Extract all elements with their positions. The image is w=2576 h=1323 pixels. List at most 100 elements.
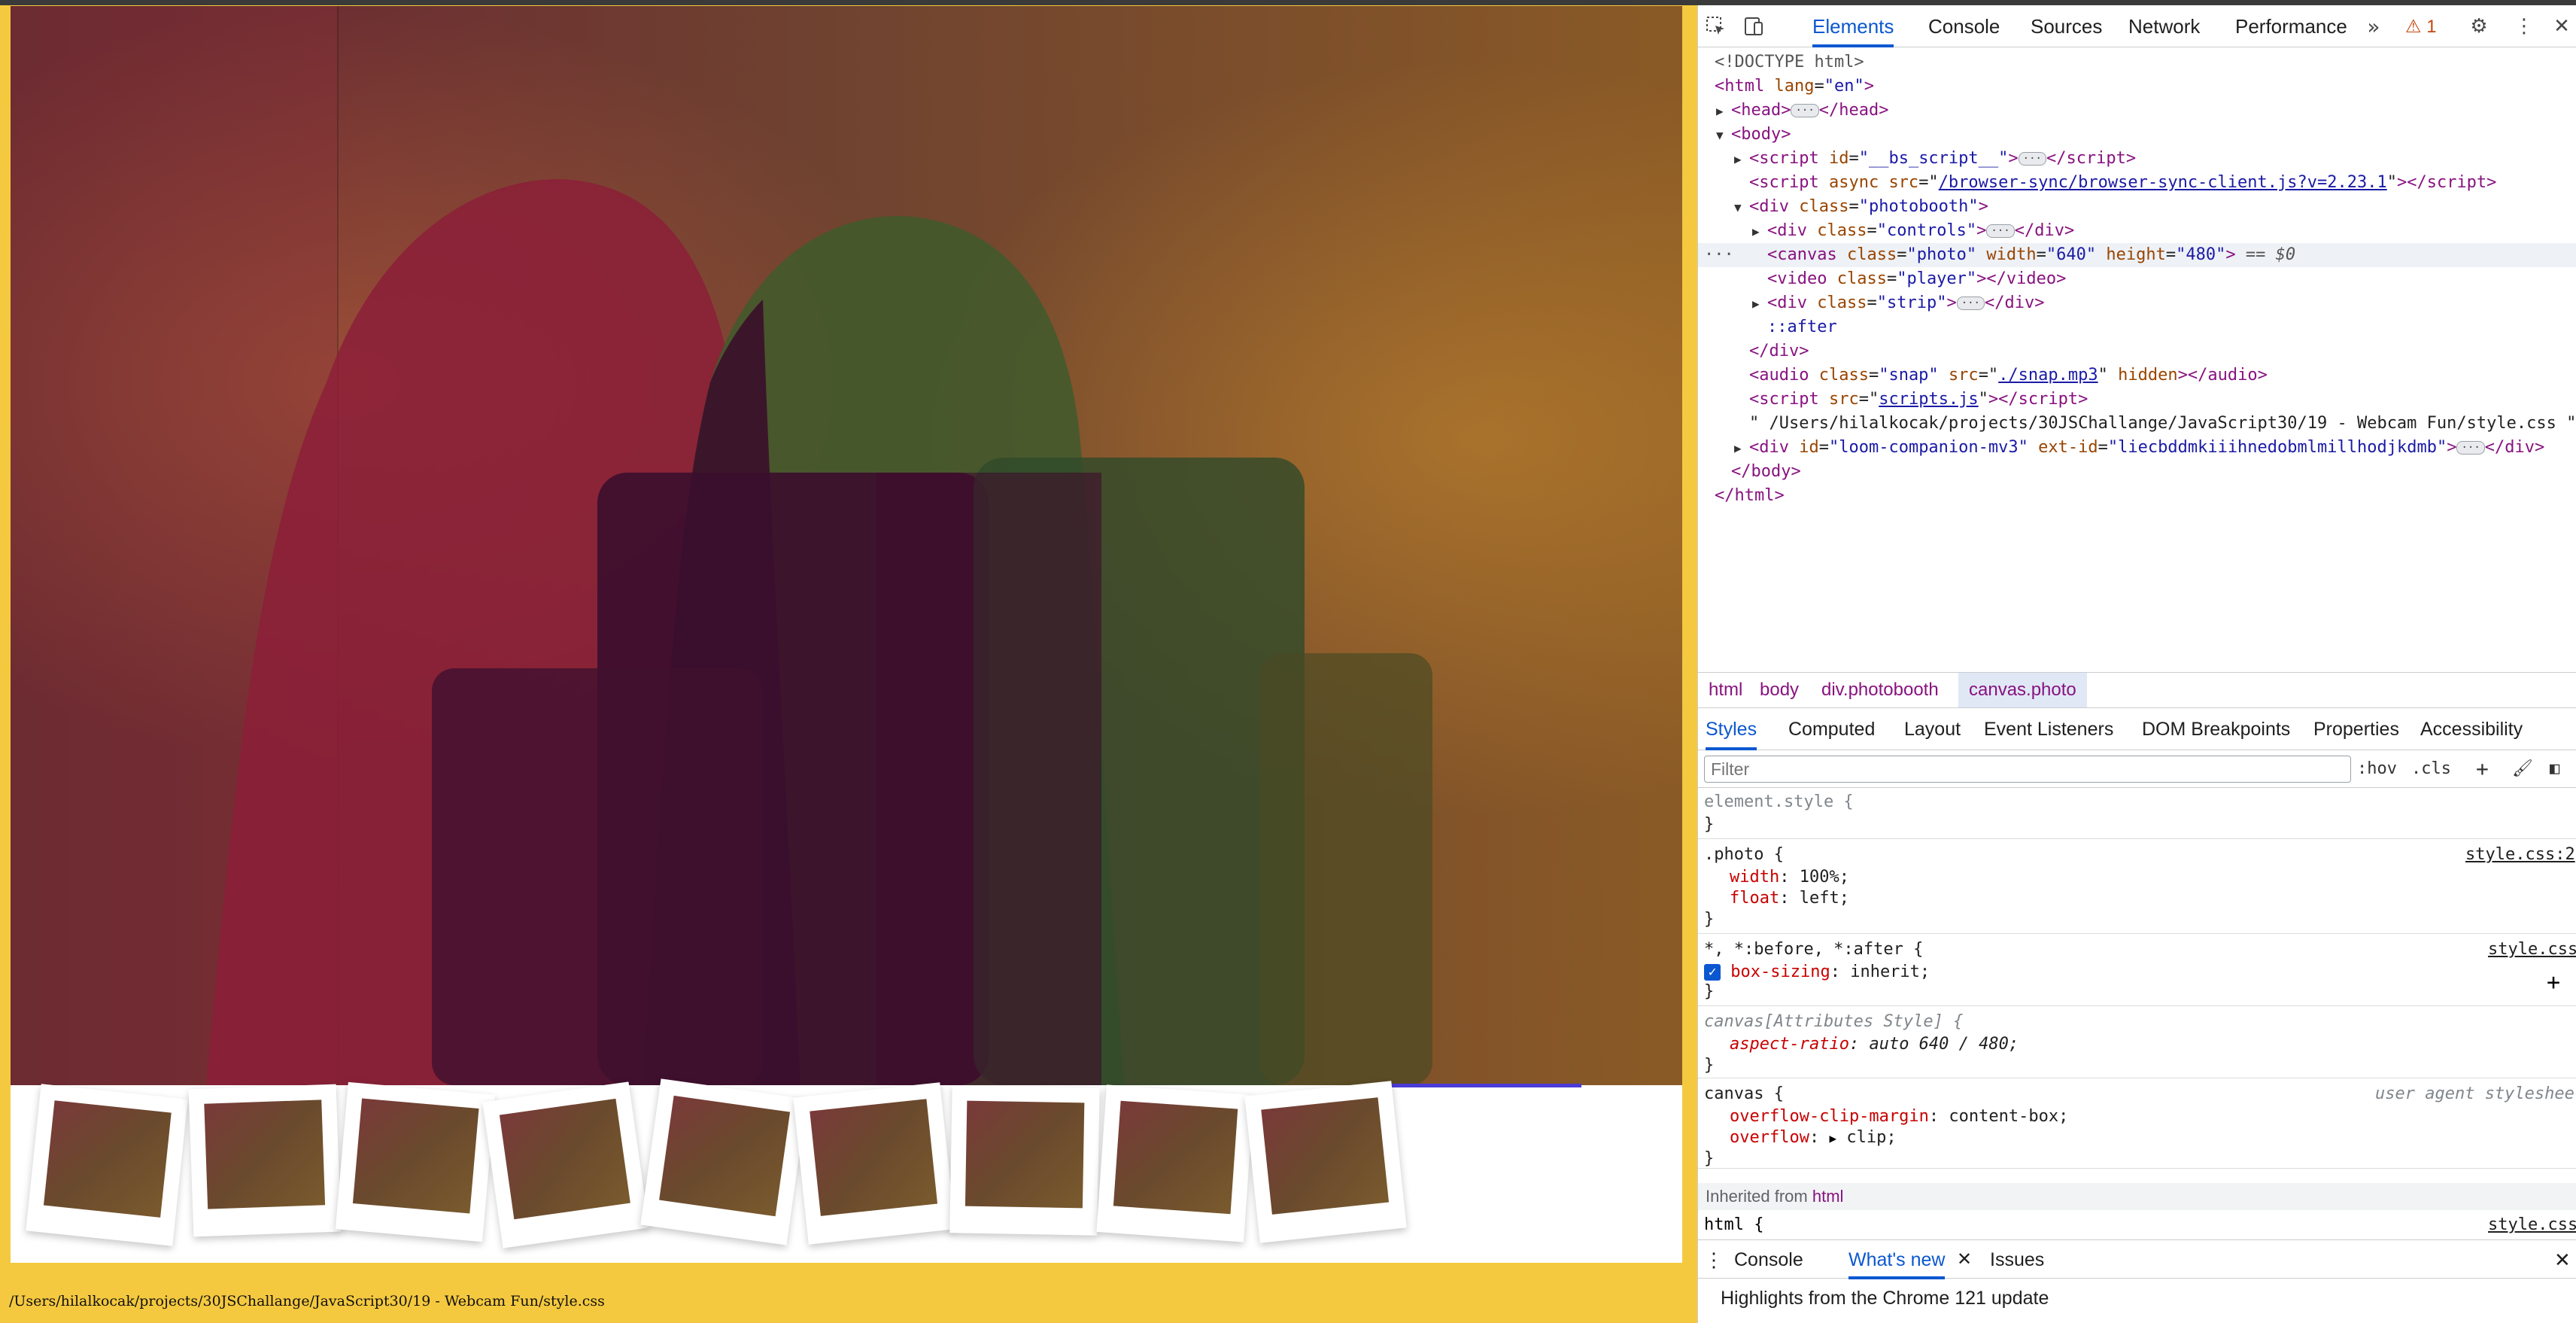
strip-photo[interactable] — [640, 1078, 807, 1245]
dom-node-scripts[interactable]: <script src="scripts.js"></script> — [1698, 388, 2576, 412]
dom-node-controls[interactable]: ▶ <div class="controls"> ··· </div> — [1698, 219, 2576, 243]
rule-close: } — [1704, 1149, 1715, 1168]
dom-node-after[interactable]: ::after — [1698, 315, 2576, 339]
strip-photo[interactable] — [1244, 1081, 1407, 1243]
crumb-canvas-photo[interactable]: canvas.photo — [1958, 673, 2087, 707]
selector-canvas-attributes: canvas[Attributes Style] { — [1704, 1012, 1964, 1031]
drawer-tab-close-icon[interactable]: ✕ — [1957, 1240, 1972, 1279]
selector-html: html { — [1704, 1215, 1764, 1234]
rule-close: } — [1704, 982, 1715, 1001]
dom-node-div-close[interactable]: </div> — [1698, 339, 2576, 363]
dom-node-video[interactable]: <video class="player"></video> — [1698, 267, 2576, 291]
source-link[interactable]: style.css: — [2488, 938, 2576, 961]
devtools-panel: Elements Console Sources Network Perform… — [1697, 5, 2576, 1323]
rule-close: } — [1704, 1056, 1715, 1075]
dom-node-canvas-selected[interactable]: ··· <canvas class="photo" width="640" hei… — [1698, 243, 2576, 267]
dom-node-photobooth[interactable]: ▼ <div class="photobooth"> — [1698, 195, 2576, 219]
dom-node-bs-script[interactable]: ▶ <script id="__bs_script__"> ··· </script> — [1698, 147, 2576, 171]
checkbox-checked-icon[interactable]: ✓ — [1704, 964, 1721, 981]
rule-photo[interactable]: .photo { style.css:2 width: 100%; float:… — [1698, 839, 2576, 934]
rule-canvas-ua[interactable]: canvas { user agent styleshee overflow-c… — [1698, 1078, 2576, 1169]
whats-new-content: Highlights from the Chrome 121 update — [1721, 1288, 2049, 1309]
dom-node-html[interactable]: <html lang="en"> — [1698, 75, 2576, 99]
strip-photo[interactable] — [335, 1081, 496, 1242]
drawer-close-icon[interactable]: ✕ — [2554, 1240, 2571, 1279]
chevrons-right-icon[interactable]: » — [2360, 13, 2387, 40]
drawer-tab-whats-new[interactable]: What's new — [1848, 1240, 1946, 1279]
more-options-icon[interactable]: ⋮ — [2511, 13, 2538, 40]
strip-photo[interactable] — [1096, 1084, 1254, 1242]
dom-node-strip[interactable]: ▶ <div class="strip"> ··· </div> — [1698, 291, 2576, 315]
selector-canvas: canvas { — [1704, 1084, 1784, 1103]
sidebar-toggle-icon[interactable]: ◧ — [2550, 756, 2559, 782]
decl-float[interactable]: float: left; — [1730, 887, 1849, 910]
inherited-from-link[interactable]: html — [1812, 1187, 1844, 1206]
crumb-body[interactable]: body — [1749, 673, 1809, 707]
dom-node-body[interactable]: ▼ <body> — [1698, 123, 2576, 147]
source-link[interactable]: style.css:2 — [2465, 844, 2575, 866]
strip-photo[interactable] — [188, 1084, 342, 1237]
tab-network[interactable]: Network — [2128, 5, 2200, 47]
drawer-tabbar: ⋮ Console What's new ✕ Issues ✕ — [1698, 1239, 2576, 1279]
decl-aspect-ratio[interactable]: aspect-ratio: auto 640 / 480; — [1730, 1033, 2019, 1056]
source-link[interactable]: style.css: — [2488, 1214, 2576, 1236]
strip-photo[interactable] — [949, 1085, 1100, 1236]
drawer-tab-console[interactable]: Console — [1734, 1240, 1803, 1279]
dom-node-text[interactable]: " /Users/hilalkocak/projects/30JSChallan… — [1698, 412, 2576, 436]
styles-filter-input[interactable] — [1704, 756, 2351, 783]
add-declaration-plus-icon[interactable]: + — [2547, 972, 2560, 994]
tab-console[interactable]: Console — [1928, 5, 2000, 47]
strip-photo[interactable] — [26, 1084, 188, 1246]
tab-sources[interactable]: Sources — [2031, 5, 2102, 47]
crumb-photobooth[interactable]: div.photobooth — [1811, 673, 1949, 707]
drawer-tab-issues[interactable]: Issues — [1990, 1240, 2044, 1279]
rule-universal[interactable]: *, *:before, *:after { style.css: ✓ box-… — [1698, 934, 2576, 1006]
drawer-menu-icon[interactable]: ⋮ — [1704, 1240, 1724, 1279]
rule-element-style[interactable]: element.style { } — [1698, 788, 2576, 839]
tab-styles[interactable]: Styles — [1706, 708, 1757, 750]
inspect-element-icon[interactable] — [1703, 13, 1730, 40]
tab-accessibility[interactable]: Accessibility — [2420, 708, 2523, 750]
page-preview: /Users/hilalkocak/projects/30JSChallange… — [0, 0, 1693, 1323]
dom-node-audio[interactable]: <audio class="snap" src="./snap.mp3" hid… — [1698, 363, 2576, 388]
rule-canvas-attributes[interactable]: canvas[Attributes Style] { aspect-ratio:… — [1698, 1006, 2576, 1078]
strip-photo[interactable] — [482, 1081, 649, 1248]
paint-brush-icon[interactable]: 🖌 — [2512, 756, 2533, 782]
device-toolbar-icon[interactable] — [1740, 13, 1767, 40]
new-rule-plus-icon[interactable]: + — [2476, 756, 2489, 782]
decl-overflow-clip-margin[interactable]: overflow-clip-margin: content-box; — [1730, 1106, 2068, 1128]
tab-layout[interactable]: Layout — [1904, 708, 1961, 750]
expand-triangle-icon[interactable]: ▶ — [1829, 1131, 1836, 1145]
warning-badge[interactable]: ⚠ 1 — [2405, 16, 2437, 38]
tab-elements[interactable]: Elements — [1812, 5, 1894, 47]
devtools-toolbar: Elements Console Sources Network Perform… — [1698, 5, 2576, 47]
selector-element-style: element.style { — [1704, 792, 1854, 811]
dom-node-html-close[interactable]: </html> — [1698, 484, 2576, 508]
ua-source-label: user agent styleshee — [2375, 1084, 2574, 1103]
decl-overflow[interactable]: overflow: ▶ clip; — [1730, 1127, 1897, 1149]
warning-icon: ⚠ — [2405, 17, 2422, 37]
crumb-html[interactable]: html — [1698, 673, 1753, 707]
close-icon[interactable]: ✕ — [2548, 13, 2575, 40]
tab-computed[interactable]: Computed — [1788, 708, 1875, 750]
settings-gear-icon[interactable]: ⚙ — [2465, 13, 2492, 40]
dom-node-async-script[interactable]: <script async src="/browser-sync/browser… — [1698, 171, 2576, 195]
decl-width[interactable]: width: 100%; — [1730, 866, 1849, 889]
tab-event-listeners[interactable]: Event Listeners — [1984, 708, 2113, 750]
rule-close: } — [1704, 910, 1715, 929]
decl-box-sizing[interactable]: ✓ box-sizing: inherit; — [1704, 961, 1930, 984]
dom-node-body-close[interactable]: </body> — [1698, 460, 2576, 484]
tab-dom-breakpoints[interactable]: DOM Breakpoints — [2142, 708, 2290, 750]
cls-toggle[interactable]: .cls — [2411, 756, 2451, 782]
styles-pane: element.style { } .photo { style.css:2 w… — [1698, 788, 2576, 1239]
tab-performance[interactable]: Performance — [2235, 5, 2347, 47]
hov-toggle[interactable]: :hov — [2357, 756, 2397, 782]
tab-properties[interactable]: Properties — [2313, 708, 2399, 750]
dom-node-loom[interactable]: ▶ <div id="loom-companion-mv3" ext-id="li… — [1698, 436, 2576, 460]
inherited-header: Inherited from html — [1698, 1183, 2576, 1210]
dom-node-doctype[interactable]: <!DOCTYPE html> — [1698, 50, 2576, 75]
dom-node-head[interactable]: ▶ <head> ··· </head> — [1698, 99, 2576, 123]
canvas-photo[interactable] — [11, 6, 1682, 1085]
strip-photo[interactable] — [793, 1082, 955, 1245]
stylesheet-path-text: /Users/hilalkocak/projects/30JSChallange… — [9, 1293, 605, 1309]
